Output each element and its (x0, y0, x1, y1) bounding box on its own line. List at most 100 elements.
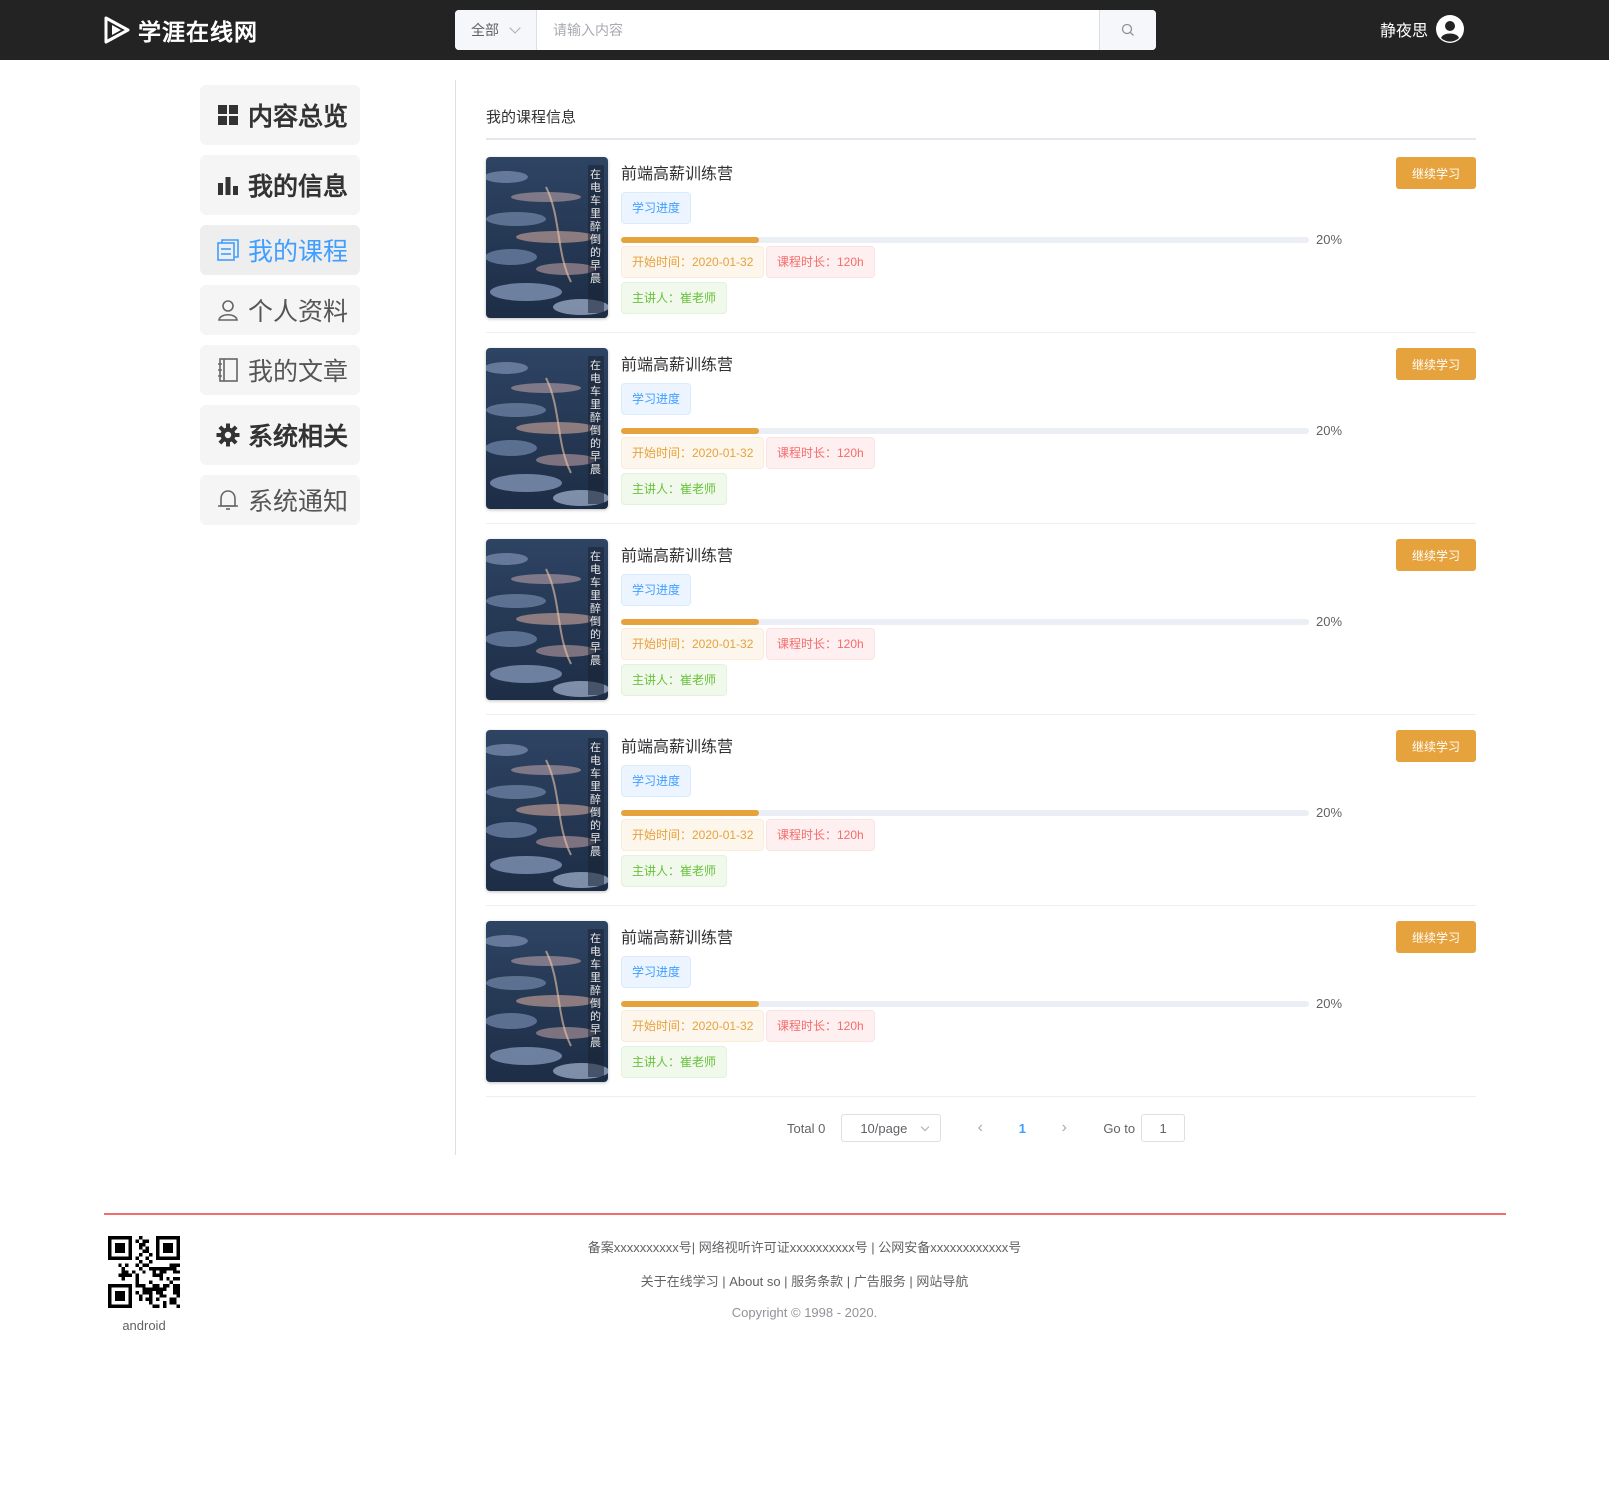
chevron-down-icon (509, 22, 521, 34)
footer-copyright: Copyright © 1998 - 2020. (731, 1305, 878, 1320)
continue-learning-button[interactable]: 继续学习 (1396, 921, 1476, 953)
teacher-tag: 主讲人：崔老师 (621, 1046, 728, 1078)
continue-learning-button[interactable]: 继续学习 (1396, 539, 1476, 571)
goto-page-input[interactable] (1141, 1114, 1186, 1142)
sidebar-item-label: 系统通知 (248, 488, 349, 516)
qr-label: android (122, 1318, 166, 1333)
sidebar-item-overview[interactable]: 内容总览 (200, 85, 360, 145)
top-header: 学涯在线网 全部 静夜思 (0, 0, 1609, 60)
sidebar-item-my-info[interactable]: 我的信息 (200, 155, 360, 215)
search-category-select[interactable]: 全部 (455, 10, 537, 50)
pagination-total: Total 0 (787, 1120, 826, 1136)
course-item: 在电车里醉倒的早晨 前端高薪训练营 学习进度 20% 开始时间：2020-01-… (486, 715, 1476, 906)
course-name[interactable]: 前端高薪训练营 (621, 160, 733, 184)
document-icon (216, 238, 240, 262)
teacher-tag: 主讲人：崔老师 (621, 664, 728, 696)
cover-caption-text: 在电车里醉倒的早晨 (590, 933, 601, 1049)
progress-bar-fill (621, 237, 759, 243)
progress-tag: 学习进度 (621, 765, 692, 797)
sidebar-menu: 内容总览 我的信息 我的课程 个人资料 我的文章 系统相关 系统通知 (200, 85, 360, 535)
site-logo[interactable]: 学涯在线网 (104, 14, 258, 46)
teacher-tag: 主讲人：崔老师 (621, 282, 728, 314)
notebook-icon (216, 358, 240, 382)
footer-links[interactable]: 关于在线学习 | About so | 服务条款 | 广告服务 | 网站导航 (0, 1271, 1609, 1290)
page-size-select[interactable]: 10/page (841, 1114, 942, 1142)
progress-bar-fill (621, 1001, 759, 1007)
course-cover-image[interactable]: 在电车里醉倒的早晨 (486, 157, 608, 318)
gear-icon (216, 423, 240, 447)
title-divider (486, 138, 1476, 140)
prev-page-button[interactable]: ‹ (965, 1119, 995, 1137)
sidebar-item-profile[interactable]: 个人资料 (200, 285, 360, 335)
progress-bar (621, 810, 1309, 816)
main-content: 我的课程信息 在电车里醉倒的早晨 前端高薪训练营 学习进度 20% 开始时间：2… (455, 80, 1476, 1155)
sidebar-item-label: 我的信息 (248, 173, 349, 201)
logo-text: 学涯在线网 (138, 19, 258, 45)
course-name[interactable]: 前端高薪训练营 (621, 542, 733, 566)
page-number-1[interactable]: 1 (1007, 1121, 1037, 1136)
progress-bar (621, 428, 1309, 434)
progress-percent: 20% (1316, 996, 1343, 1011)
avatar-icon (1436, 15, 1464, 43)
search-button[interactable] (1099, 10, 1156, 50)
progress-bar-fill (621, 810, 759, 816)
progress-percent: 20% (1316, 423, 1343, 438)
user-menu[interactable]: 静夜思 (1380, 15, 1464, 43)
search-icon (1121, 23, 1134, 36)
sidebar-item-label: 我的课程 (248, 238, 349, 266)
duration-tag: 课程时长：120h (766, 628, 875, 660)
start-time-tag: 开始时间：2020-01-32 (621, 246, 765, 278)
search-bar: 全部 (455, 10, 1156, 50)
page-size-value: 10/page (860, 1120, 908, 1136)
progress-bar (621, 619, 1309, 625)
progress-percent: 20% (1316, 614, 1343, 629)
next-page-button[interactable]: › (1049, 1119, 1079, 1137)
course-cover-image[interactable]: 在电车里醉倒的早晨 (486, 921, 608, 1082)
continue-learning-button[interactable]: 继续学习 (1396, 730, 1476, 762)
progress-bar-fill (621, 428, 759, 434)
course-item: 在电车里醉倒的早晨 前端高薪训练营 学习进度 20% 开始时间：2020-01-… (486, 524, 1476, 715)
duration-tag: 课程时长：120h (766, 1010, 875, 1042)
progress-percent: 20% (1316, 232, 1343, 247)
progress-percent: 20% (1316, 805, 1343, 820)
progress-bar-fill (621, 619, 759, 625)
cover-caption-text: 在电车里醉倒的早晨 (590, 360, 601, 476)
continue-learning-button[interactable]: 继续学习 (1396, 157, 1476, 189)
play-logo-icon (104, 16, 130, 44)
footer-divider (104, 1213, 1506, 1215)
progress-tag: 学习进度 (621, 192, 692, 224)
course-item: 在电车里醉倒的早晨 前端高薪训练营 学习进度 20% 开始时间：2020-01-… (486, 142, 1476, 333)
start-time-tag: 开始时间：2020-01-32 (621, 1010, 765, 1042)
sidebar-item-articles[interactable]: 我的文章 (200, 345, 360, 395)
duration-tag: 课程时长：120h (766, 819, 875, 851)
sidebar-item-notifications[interactable]: 系统通知 (200, 475, 360, 525)
course-item: 在电车里醉倒的早晨 前端高薪训练营 学习进度 20% 开始时间：2020-01-… (486, 906, 1476, 1097)
course-cover-image[interactable]: 在电车里醉倒的早晨 (486, 348, 608, 509)
cover-caption-text: 在电车里醉倒的早晨 (590, 742, 601, 858)
user-name: 静夜思 (1379, 23, 1428, 40)
course-name[interactable]: 前端高薪训练营 (621, 733, 733, 757)
bell-icon (216, 488, 240, 512)
footer-license: 备案xxxxxxxxxx号| 网络视听许可证xxxxxxxxxx号 | 公网安备… (587, 1240, 1022, 1255)
course-name[interactable]: 前端高薪训练营 (621, 351, 733, 375)
search-input[interactable] (537, 10, 1099, 50)
pagination: Total 0 10/page ‹ 1 › Go to (787, 1114, 1186, 1142)
goto-label: Go to (1103, 1120, 1136, 1136)
start-time-tag: 开始时间：2020-01-32 (621, 819, 765, 851)
continue-learning-button[interactable]: 继续学习 (1396, 348, 1476, 380)
page-title: 我的课程信息 (486, 109, 577, 126)
sidebar-item-system[interactable]: 系统相关 (200, 405, 360, 465)
course-cover-image[interactable]: 在电车里醉倒的早晨 (486, 539, 608, 700)
bar-chart-icon (216, 173, 240, 197)
sidebar-item-label: 内容总览 (248, 103, 349, 131)
progress-tag: 学习进度 (621, 383, 692, 415)
course-cover-image[interactable]: 在电车里醉倒的早晨 (486, 730, 608, 891)
sidebar-item-label: 个人资料 (248, 298, 349, 326)
course-item: 在电车里醉倒的早晨 前端高薪训练营 学习进度 20% 开始时间：2020-01-… (486, 333, 1476, 524)
sidebar-item-label: 系统相关 (248, 423, 349, 451)
course-name[interactable]: 前端高薪训练营 (621, 924, 733, 948)
teacher-tag: 主讲人：崔老师 (621, 855, 728, 887)
cover-caption-text: 在电车里醉倒的早晨 (590, 551, 601, 667)
sidebar-item-my-courses[interactable]: 我的课程 (200, 225, 360, 275)
progress-bar (621, 1001, 1309, 1007)
